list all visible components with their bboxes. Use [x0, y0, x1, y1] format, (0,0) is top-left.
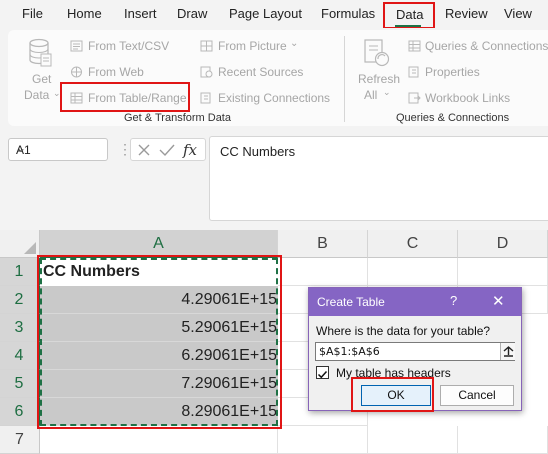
get-data-label: Get	[32, 72, 52, 86]
checkmark-icon	[317, 370, 328, 379]
column-header-a[interactable]: A	[40, 230, 278, 258]
queries-icon	[408, 40, 421, 52]
menu-file[interactable]: File	[22, 6, 43, 21]
menu-review[interactable]: Review	[445, 6, 488, 21]
menu-bar: File Home Insert Draw Page Layout Formul…	[0, 0, 548, 29]
workbook-links-button[interactable]: Workbook Links	[425, 91, 510, 105]
refresh-icon	[364, 39, 390, 67]
column-header-c[interactable]: C	[368, 230, 458, 258]
chevron-down-icon: ⌄	[290, 38, 299, 49]
cell-a7[interactable]	[40, 426, 278, 454]
formula-text: CC Numbers	[220, 144, 296, 159]
close-icon[interactable]: ✕	[492, 292, 505, 310]
menu-insert[interactable]: Insert	[124, 6, 157, 21]
menu-page-layout[interactable]: Page Layout	[229, 6, 302, 21]
chevron-down-icon: ⌄	[16, 141, 27, 155]
formula-input[interactable]: CC Numbers	[209, 136, 548, 221]
picture-icon	[200, 40, 213, 52]
collapse-dialog-button[interactable]	[500, 343, 515, 360]
get-data-button[interactable]: Get Data ⌄	[20, 36, 61, 104]
row-header-4[interactable]: 4	[0, 342, 40, 370]
range-highlight-box	[37, 255, 282, 429]
refresh-label-2: All	[364, 88, 378, 102]
column-header-b[interactable]: B	[278, 230, 368, 258]
group-separator	[344, 36, 345, 122]
active-tab-underline	[395, 25, 421, 27]
menu-data[interactable]: Data	[396, 7, 423, 22]
properties-button[interactable]: Properties	[425, 65, 480, 79]
database-icon	[29, 38, 52, 67]
cancel-button[interactable]: Cancel	[440, 385, 514, 406]
ok-button-highlight	[351, 377, 434, 412]
formula-bar: A1 ⌄ ⋮ fx CC Numbers	[0, 128, 548, 230]
column-header-d[interactable]: D	[458, 230, 548, 258]
refresh-label: Refresh	[358, 72, 401, 86]
menu-home[interactable]: Home	[67, 6, 102, 21]
cell-b7[interactable]	[278, 426, 368, 454]
ribbon-panel: Get Data ⌄ From Text/CSV From Web From T…	[8, 30, 548, 126]
chevron-down-icon: ⌄	[383, 87, 391, 97]
menu-draw[interactable]: Draw	[177, 6, 207, 21]
collapse-arrow-icon	[503, 346, 514, 357]
from-web-button[interactable]: From Web	[88, 65, 144, 79]
menu-formulas[interactable]: Formulas	[321, 6, 375, 21]
menu-data-highlight[interactable]: Data	[383, 2, 435, 29]
queries-connections-button[interactable]: Queries & Connections	[425, 39, 548, 53]
get-data-label-2: Data	[24, 88, 50, 102]
row-header-1[interactable]: 1	[0, 258, 40, 286]
cell-c1[interactable]	[368, 258, 458, 286]
dialog-title-bar[interactable]: Create Table ? ✕	[309, 288, 521, 316]
properties-icon	[408, 66, 419, 78]
name-box[interactable]: A1 ⌄	[8, 138, 108, 161]
row-header-6[interactable]: 6	[0, 398, 40, 426]
web-icon	[71, 66, 82, 78]
select-all-triangle-icon	[24, 242, 36, 254]
from-table-range-highlight	[60, 82, 190, 112]
group-label-get-transform: Get & Transform Data	[124, 112, 231, 124]
workbook-links-icon	[408, 92, 421, 104]
row-header-5[interactable]: 5	[0, 370, 40, 398]
drag-handle-icon[interactable]: ⋮	[118, 140, 132, 160]
fx-icon[interactable]: fx	[183, 141, 197, 159]
dialog-prompt: Where is the data for your table?	[316, 324, 491, 338]
dialog-title: Create Table	[317, 295, 385, 309]
cell-d7[interactable]	[458, 426, 548, 454]
cell-d1[interactable]	[458, 258, 548, 286]
cell-b1[interactable]	[278, 258, 368, 286]
existing-connections-button[interactable]: Existing Connections	[218, 91, 330, 105]
has-headers-checkbox[interactable]	[316, 366, 329, 379]
existing-connections-icon	[200, 92, 211, 104]
recent-sources-icon	[200, 66, 213, 78]
from-picture-button[interactable]: From Picture	[218, 39, 287, 53]
menu-view[interactable]: View	[504, 6, 532, 21]
refresh-all-button[interactable]: Refresh All ⌄	[354, 36, 400, 106]
text-file-icon	[70, 40, 83, 52]
range-input[interactable]: $A$1:$A$6	[315, 342, 515, 361]
range-input-value: $A$1:$A$6	[319, 345, 380, 358]
cell-c7[interactable]	[368, 426, 458, 454]
ribbon: Get Data ⌄ From Text/CSV From Web From T…	[0, 28, 548, 128]
row-header-3[interactable]: 3	[0, 314, 40, 342]
select-all-corner[interactable]	[0, 230, 40, 258]
from-text-csv-button[interactable]: From Text/CSV	[88, 39, 169, 53]
recent-sources-button[interactable]: Recent Sources	[218, 65, 303, 79]
row-header-7[interactable]: 7	[0, 426, 40, 454]
group-label-queries: Queries & Connections	[396, 112, 510, 124]
help-icon[interactable]: ?	[450, 293, 457, 308]
formula-buttons: fx	[130, 138, 206, 161]
row-header-2[interactable]: 2	[0, 286, 40, 314]
cancel-icon[interactable]	[137, 143, 151, 157]
enter-icon[interactable]	[159, 143, 175, 157]
